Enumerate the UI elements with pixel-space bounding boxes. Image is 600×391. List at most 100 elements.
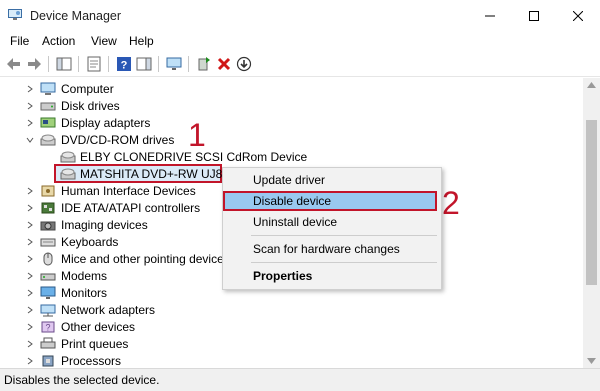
printer-icon: [40, 337, 56, 349]
network-adapter-icon: [40, 304, 56, 317]
tree-item-label: Processors: [61, 354, 122, 368]
menu-file[interactable]: File: [10, 34, 29, 48]
mouse-icon: [43, 252, 53, 266]
device-manager-window: Device Manager File Action View Help ? C…: [0, 0, 600, 391]
tree-item-print-queues[interactable]: Print queues: [0, 336, 583, 353]
chevron-right-icon[interactable]: [26, 306, 34, 314]
scroll-down-arrow-icon[interactable]: [587, 358, 596, 364]
context-menu: Update driver Disable device Uninstall d…: [222, 167, 442, 290]
toolbar-separator: [78, 56, 79, 72]
tree-item-computer[interactable]: Computer: [0, 81, 583, 98]
menu-item-scan-hardware-changes[interactable]: Scan for hardware changes: [253, 242, 400, 256]
tree-item-label: Mice and other pointing devices: [61, 252, 230, 266]
scrollbar-thumb[interactable]: [586, 120, 597, 285]
action-pane-icon[interactable]: [136, 56, 152, 72]
modem-icon: [40, 273, 56, 281]
hid-icon: [41, 185, 55, 197]
help-icon[interactable]: ?: [116, 56, 132, 72]
keyboard-icon: [40, 238, 56, 247]
tree-item-label: Print queues: [61, 337, 129, 351]
scan-hardware-icon[interactable]: [166, 56, 182, 72]
menu-view[interactable]: View: [91, 34, 117, 48]
monitor-icon: [40, 286, 56, 299]
uninstall-icon[interactable]: [216, 56, 232, 72]
title-bar: Device Manager: [0, 0, 600, 32]
chevron-right-icon[interactable]: [26, 255, 34, 263]
tree-item-label: MATSHITA DVD+-RW UJ8D1: [80, 167, 238, 181]
svg-text:?: ?: [121, 60, 128, 72]
chevron-right-icon[interactable]: [26, 221, 34, 229]
menu-item-disable-device[interactable]: Disable device: [253, 194, 331, 208]
tree-item-label: IDE ATA/ATAPI controllers: [61, 201, 201, 215]
close-icon: [573, 11, 583, 21]
maximize-icon: [529, 11, 539, 21]
menu-help[interactable]: Help: [129, 34, 154, 48]
menu-item-properties[interactable]: Properties: [253, 269, 312, 283]
window-title: Device Manager: [30, 9, 122, 23]
back-arrow-icon[interactable]: [6, 56, 22, 72]
menu-action[interactable]: Action: [42, 34, 75, 48]
chevron-right-icon[interactable]: [26, 323, 34, 331]
toolbar-separator: [188, 56, 189, 72]
tree-item-label: Disk drives: [61, 99, 120, 113]
menu-item-update-driver[interactable]: Update driver: [253, 173, 325, 187]
tree-item-label: Other devices: [61, 320, 136, 334]
show-hide-console-tree-icon[interactable]: [56, 56, 72, 72]
tree-item-label: Keyboards: [61, 235, 119, 249]
menu-bar: File Action View Help: [0, 32, 600, 52]
menu-separator: [251, 262, 437, 263]
chevron-right-icon[interactable]: [26, 204, 34, 212]
chevron-right-icon[interactable]: [26, 238, 34, 246]
close-button[interactable]: [556, 0, 600, 32]
vertical-scrollbar[interactable]: [583, 78, 600, 368]
properties-icon[interactable]: [86, 56, 102, 72]
chevron-right-icon[interactable]: [26, 102, 34, 110]
menu-item-uninstall-device[interactable]: Uninstall device: [253, 215, 337, 229]
update-driver-icon[interactable]: [196, 56, 212, 72]
processor-icon: [42, 355, 54, 367]
scroll-up-arrow-icon[interactable]: [587, 82, 596, 88]
other-devices-icon: ?: [41, 321, 55, 333]
svg-text:?: ?: [45, 323, 50, 333]
chevron-right-icon[interactable]: [26, 272, 34, 280]
tree-item-label: Display adapters: [61, 116, 151, 130]
display-adapter-icon: [40, 117, 56, 128]
minimize-button[interactable]: [468, 0, 512, 32]
computer-icon: [40, 82, 56, 95]
forward-arrow-icon[interactable]: [26, 56, 42, 72]
chevron-right-icon[interactable]: [26, 340, 34, 348]
tree-item-label: Imaging devices: [61, 218, 148, 232]
chevron-right-icon[interactable]: [26, 357, 34, 365]
toolbar: ?: [0, 52, 600, 77]
tree-item-processors[interactable]: Processors: [0, 353, 583, 368]
dvd-drive-icon: [60, 168, 76, 180]
status-bar: Disables the selected device.: [0, 368, 600, 391]
tree-item-label: Computer: [61, 82, 114, 96]
chevron-right-icon[interactable]: [26, 187, 34, 195]
chevron-right-icon[interactable]: [26, 85, 34, 93]
toolbar-separator: [48, 56, 49, 72]
camera-icon: [40, 221, 56, 231]
dvd-drive-icon: [60, 151, 76, 163]
tree-item-network-adapters[interactable]: Network adapters: [0, 302, 583, 319]
disable-device-icon[interactable]: [236, 56, 252, 72]
tree-item-label: Monitors: [61, 286, 108, 300]
minimize-icon: [485, 15, 495, 17]
toolbar-separator: [158, 56, 159, 72]
chevron-down-icon[interactable]: [26, 136, 34, 144]
menu-separator: [251, 235, 437, 236]
device-manager-icon: [8, 9, 22, 20]
chevron-right-icon[interactable]: [26, 289, 34, 297]
tree-item-dvd-cd-rom-drives[interactable]: DVD/CD-ROM drives: [0, 132, 583, 149]
maximize-button[interactable]: [512, 0, 556, 32]
disk-drive-icon: [40, 102, 56, 111]
dvd-drive-icon: [40, 134, 56, 146]
tree-item-label: DVD/CD-ROM drives: [61, 133, 175, 147]
toolbar-separator: [108, 56, 109, 72]
ide-controller-icon: [41, 202, 55, 214]
chevron-right-icon[interactable]: [26, 119, 34, 127]
tree-item-display-adapters[interactable]: Display adapters: [0, 115, 583, 132]
tree-item-label: Modems: [61, 269, 108, 283]
tree-item-disk-drives[interactable]: Disk drives: [0, 98, 583, 115]
tree-item-other-devices[interactable]: ? Other devices: [0, 319, 583, 336]
